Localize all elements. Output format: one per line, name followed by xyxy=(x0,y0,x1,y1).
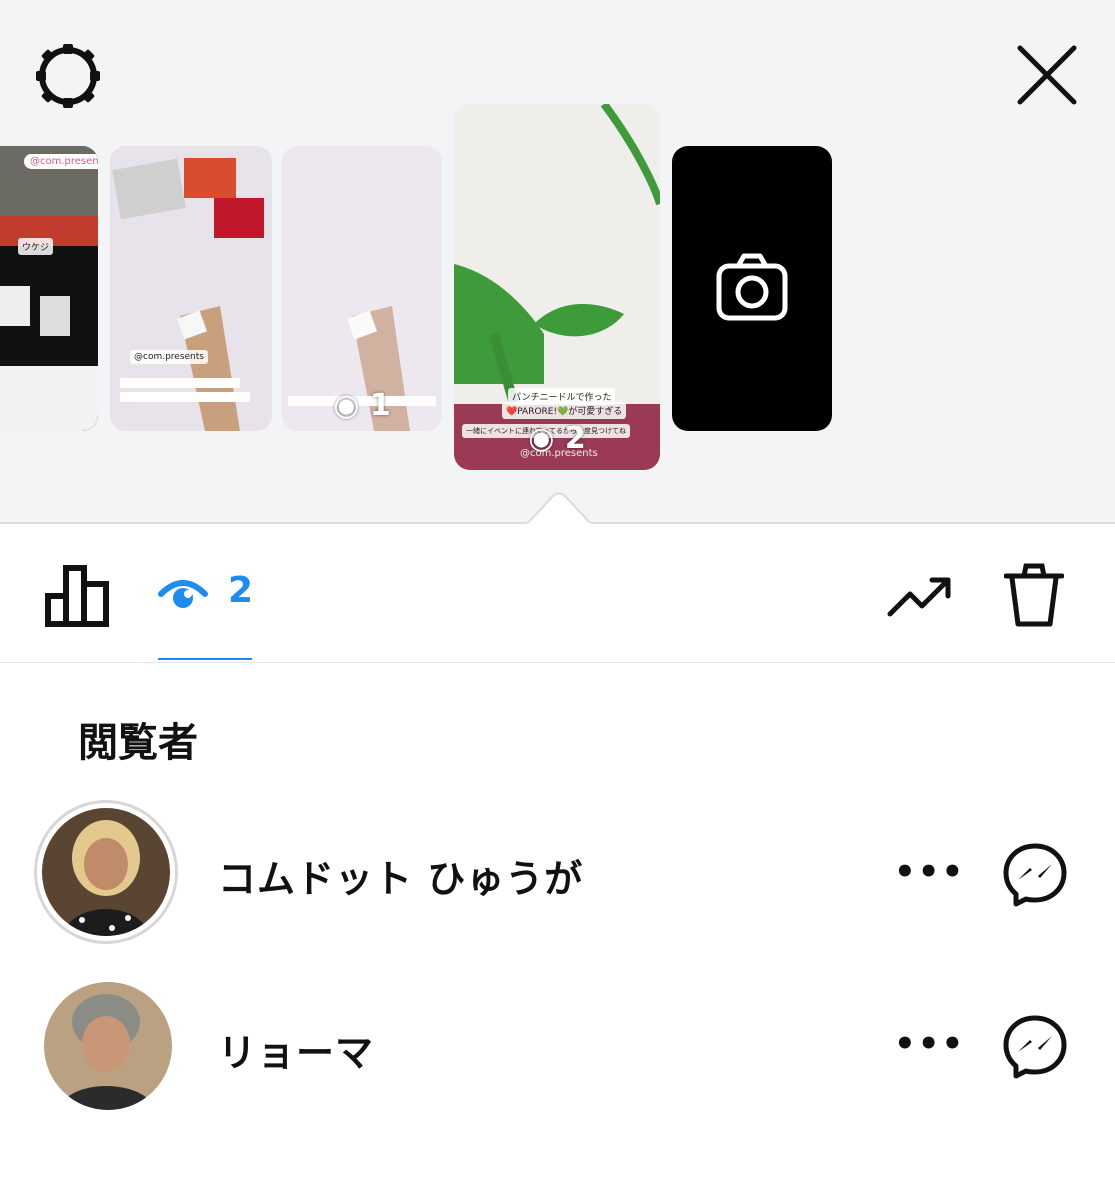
more-options-button[interactable]: ••• xyxy=(894,1024,965,1064)
bar-chart-icon[interactable] xyxy=(44,562,114,628)
story-image xyxy=(110,146,272,431)
story-caption: @com.presents xyxy=(130,350,208,364)
story-thumbnail-4-selected[interactable]: パンチニードルで作った ❤️PARORE!💚が可愛すぎる 一緒にイベントに連れて… xyxy=(454,104,660,470)
avatar[interactable] xyxy=(44,982,172,1110)
viewer-row[interactable]: コムドット ひゅうが ••• xyxy=(0,800,1115,950)
trending-up-icon[interactable] xyxy=(886,574,956,620)
messenger-icon[interactable] xyxy=(1002,842,1068,908)
story-tray: @com.presents ウケジ @com.presents ◉ 1 xyxy=(0,0,1115,526)
tab-viewers[interactable]: 2 xyxy=(158,570,254,660)
viewer-name: コムドット ひゅうが xyxy=(218,857,584,901)
add-story-camera-button[interactable] xyxy=(672,146,832,431)
close-icon[interactable] xyxy=(1010,38,1086,114)
story-insights-toolbar: 2 xyxy=(0,524,1115,663)
story-thumbnail-2[interactable]: @com.presents xyxy=(110,146,272,431)
story-thumbnail-1[interactable]: @com.presents ウケジ xyxy=(0,146,98,431)
viewers-count: 2 xyxy=(228,570,254,611)
story-caption: ウケジ xyxy=(18,238,54,255)
story-thumbnail-3[interactable]: ◉ 1 xyxy=(282,146,442,431)
more-options-button[interactable]: ••• xyxy=(894,852,965,892)
eye-icon xyxy=(158,580,208,608)
selection-pointer xyxy=(527,492,591,526)
eye-icon: ◉ xyxy=(333,388,360,423)
avatar[interactable] xyxy=(42,808,170,936)
story-caption-subtitle: ❤️PARORE!💚が可愛すぎる xyxy=(502,402,627,419)
viewer-name: リョーマ xyxy=(218,1031,375,1075)
story-view-count: ◉ 1 xyxy=(333,388,391,423)
tab-active-indicator xyxy=(158,658,252,660)
story-handle: @com.presents xyxy=(520,448,598,459)
viewer-row[interactable]: リョーマ ••• xyxy=(0,982,1115,1132)
viewers-heading: 閲覧者 xyxy=(78,720,198,766)
gear-icon[interactable] xyxy=(30,38,106,114)
story-tag: @com.presents xyxy=(24,154,98,169)
trash-icon[interactable] xyxy=(1004,562,1064,628)
messenger-icon[interactable] xyxy=(1002,1014,1068,1080)
camera-icon xyxy=(716,253,788,321)
stage-photo xyxy=(0,146,98,431)
